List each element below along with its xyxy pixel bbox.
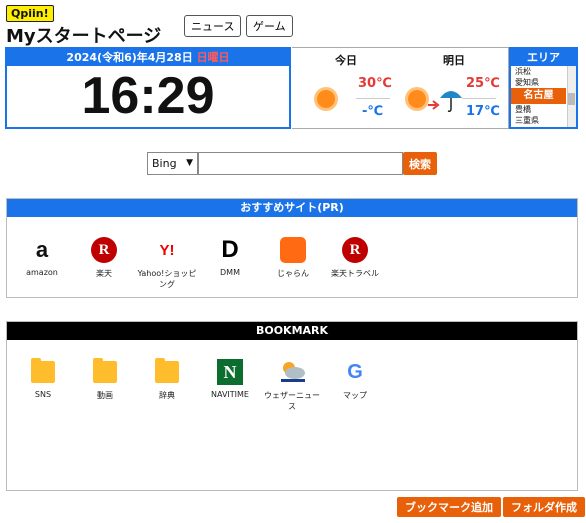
clock-time: 16:29 — [81, 67, 215, 125]
bookmark-label: SNS — [34, 390, 52, 399]
search-input[interactable] — [198, 152, 403, 175]
area-list[interactable]: 浜松 愛知県 名古屋 豊橋 三重県 — [511, 66, 576, 127]
rakuten-icon: R — [91, 237, 117, 263]
folder-shape — [155, 358, 179, 383]
yahoo-logo-text: Y! — [159, 241, 175, 259]
google-maps-icon: G — [342, 359, 368, 385]
site-rakuten[interactable]: R 楽天 — [74, 237, 134, 279]
search-engine-select[interactable]: Bing ▼ — [147, 152, 198, 175]
navitime-icon: N — [217, 359, 243, 385]
bookmark-label: NAVITIME — [211, 390, 249, 399]
bookmark-section: BOOKMARK SNS 動画 辞典 N NAVITIME ウェザーニュース G… — [6, 321, 578, 491]
tomorrow-high-temp: 25℃ — [466, 76, 500, 91]
temp-divider — [356, 98, 390, 99]
bookmark-weathernews[interactable]: ウェザーニュース — [262, 359, 322, 412]
site-label: 楽天 — [96, 269, 112, 278]
area-label: エリア — [511, 49, 576, 66]
page-title: Myスタートページ — [6, 26, 162, 47]
bookmark-google-maps[interactable]: G マップ — [325, 359, 385, 401]
bookmark-label: マップ — [343, 391, 367, 400]
jalan-icon — [280, 237, 306, 263]
date-bar: 2024(令和6)年4月28日 日曜日 — [7, 49, 289, 66]
site-label: DMM — [220, 268, 240, 277]
bookmark-label: ウェザーニュース — [264, 391, 320, 411]
site-dmm[interactable]: D DMM — [200, 236, 260, 277]
yahoo-icon: Y! — [154, 237, 180, 263]
rakuten-travel-logo-text: R — [342, 237, 368, 263]
bookmark-label: 動画 — [97, 391, 113, 400]
search-button[interactable]: 検索 — [403, 152, 437, 175]
rakuten-travel-icon: R — [342, 237, 368, 263]
weekday-text: 日曜日 — [196, 51, 230, 64]
dmm-icon: D — [217, 236, 243, 263]
folder-shape — [93, 358, 117, 383]
folder-shape — [31, 358, 55, 383]
weathernews-icon — [279, 359, 305, 385]
site-yahoo-shopping[interactable]: Y! Yahoo!ショッピング — [137, 237, 197, 290]
weather-tomorrow-label: 明日 — [443, 54, 465, 67]
bookmark-folder-sns[interactable]: SNS — [13, 358, 73, 399]
create-folder-button[interactable]: フォルダ作成 — [503, 497, 585, 517]
site-label: 楽天トラベル — [331, 269, 379, 278]
area-item-selected[interactable]: 名古屋 — [511, 88, 566, 104]
site-label: amazon — [26, 268, 58, 277]
temp-divider — [462, 98, 496, 99]
navitime-logo-text: N — [217, 359, 243, 385]
site-label: Yahoo!ショッピング — [137, 269, 197, 289]
bookmark-label: 辞典 — [159, 391, 175, 400]
folder-icon — [30, 358, 56, 385]
umbrella-icon — [440, 91, 462, 112]
recommended-section: おすすめサイト(PR) a amazon R 楽天 Y! Yahoo!ショッピン… — [6, 198, 578, 298]
sun-icon — [317, 90, 335, 108]
weather-today: 今日 30℃ -℃ — [292, 48, 400, 128]
bookmark-folder-dictionary[interactable]: 辞典 — [137, 358, 197, 401]
dmm-logo-text: D — [221, 236, 239, 263]
today-high-temp: 30℃ — [358, 76, 392, 91]
area-scrollbar[interactable] — [567, 66, 576, 127]
brand-logo[interactable]: Qpiin! — [6, 5, 54, 22]
weather-today-label: 今日 — [335, 54, 357, 67]
today-low-temp: -℃ — [362, 104, 384, 119]
jalan-icon-shape — [280, 237, 306, 263]
folder-icon — [154, 358, 180, 385]
news-button[interactable]: ニュース — [184, 15, 242, 37]
area-selector: エリア 浜松 愛知県 名古屋 豊橋 三重県 — [509, 47, 578, 129]
area-scroll-thumb[interactable] — [568, 93, 575, 105]
weather-panel: 今日 30℃ -℃ 明日 25℃ 17℃ — [292, 47, 509, 129]
weathernews-logo — [281, 362, 305, 382]
tomorrow-low-temp: 17℃ — [466, 104, 500, 119]
rakuten-logo-text: R — [91, 237, 117, 263]
amazon-icon: a — [29, 237, 55, 263]
site-amazon[interactable]: a amazon — [12, 237, 72, 277]
weather-tomorrow: 明日 25℃ 17℃ — [400, 48, 508, 128]
add-bookmark-button[interactable]: ブックマーク追加 — [397, 497, 501, 517]
chevron-down-icon: ▼ — [186, 158, 193, 168]
site-label: じゃらん — [277, 269, 309, 278]
recommended-title: おすすめサイト(PR) — [7, 199, 577, 217]
site-rakuten-travel[interactable]: R 楽天トラベル — [325, 237, 385, 279]
bookmark-folder-video[interactable]: 動画 — [75, 358, 135, 401]
sun-icon — [408, 90, 426, 108]
bookmark-navitime[interactable]: N NAVITIME — [200, 359, 260, 399]
site-jalan[interactable]: じゃらん — [263, 237, 323, 279]
search-engine-value: Bing — [152, 157, 177, 170]
folder-icon — [92, 358, 118, 385]
amazon-logo-text: a — [35, 237, 49, 262]
clock-panel: 2024(令和6)年4月28日 日曜日 16:29 — [5, 47, 291, 129]
game-button[interactable]: ゲーム — [246, 15, 293, 37]
bookmark-title: BOOKMARK — [7, 322, 577, 340]
date-text: 2024(令和6)年4月28日 — [66, 51, 193, 64]
google-logo-text: G — [347, 360, 363, 383]
